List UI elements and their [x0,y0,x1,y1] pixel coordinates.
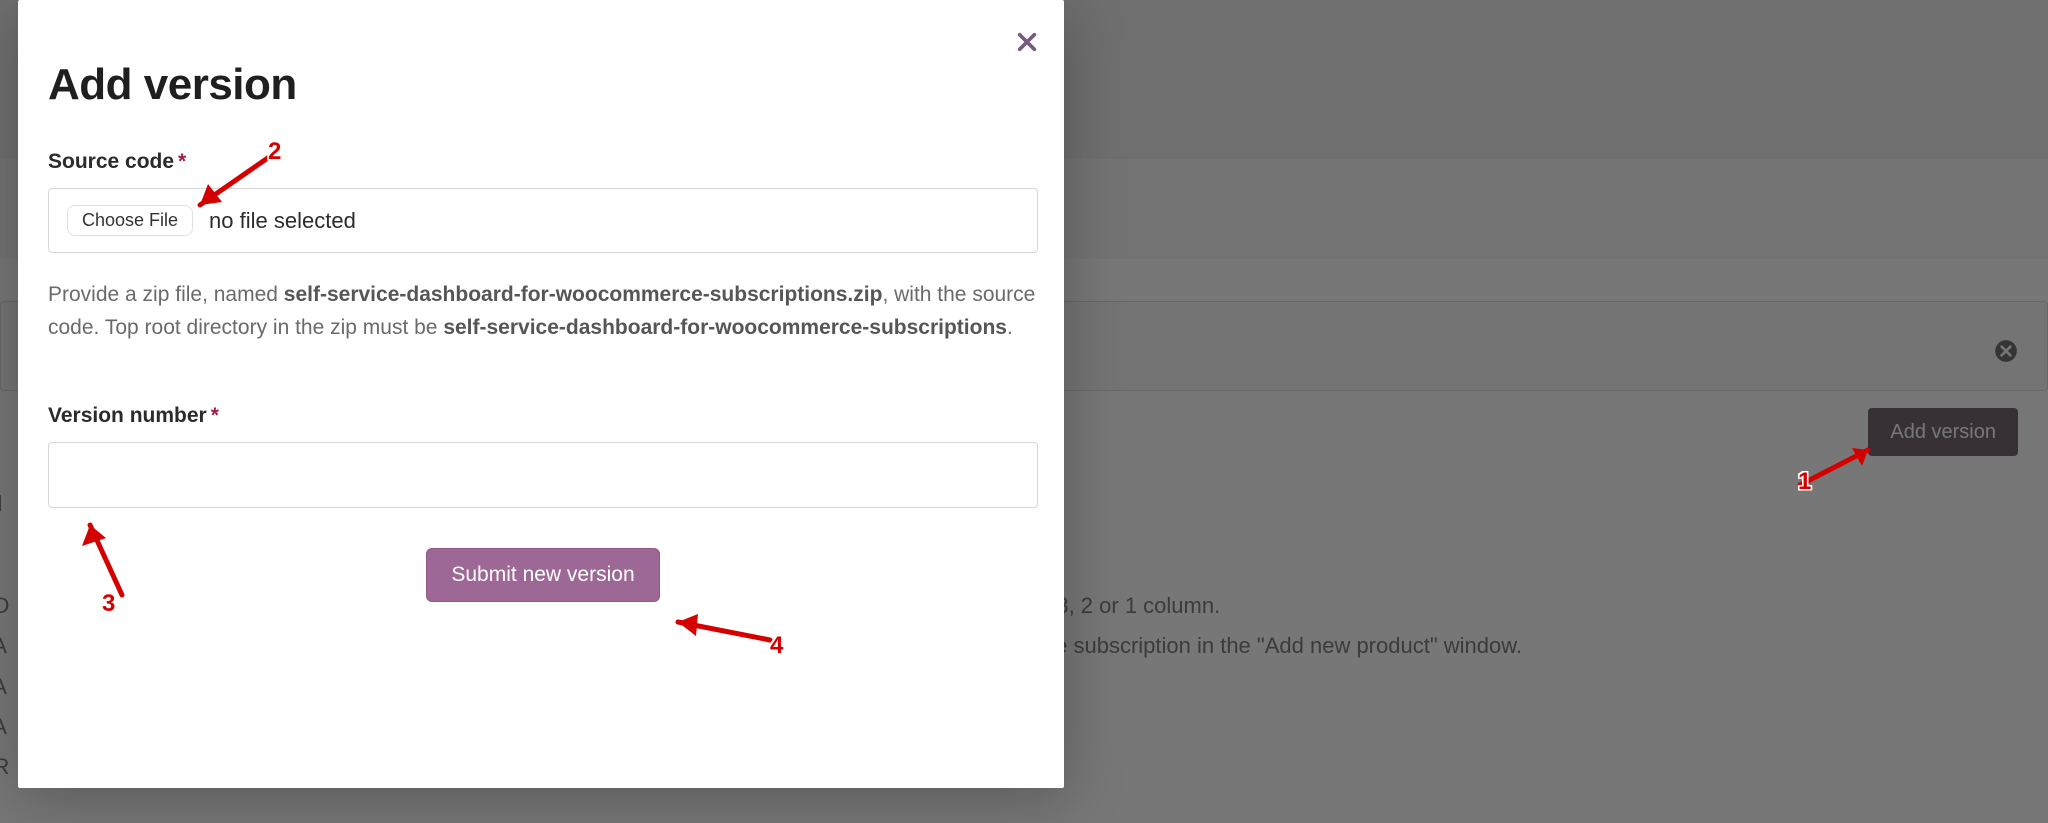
choose-file-label: Choose File [82,210,178,230]
source-code-label: Source code* [48,150,1019,174]
required-mark-2: * [207,404,219,427]
add-version-modal: Add version Source code* Choose File no … [18,0,1064,788]
version-number-input[interactable] [48,442,1038,508]
submit-new-version-button[interactable]: Submit new version [426,548,659,602]
version-number-label: Version number* [48,404,1019,428]
viewport: Add version rel Fi - D n 3, 2 or 1 colum… [0,0,2048,823]
source-code-help-text: Provide a zip file, named self-service-d… [48,279,1038,344]
modal-title: Add version [48,60,1019,110]
close-icon [1016,41,1038,56]
submit-button-label: Submit new version [451,563,634,586]
close-button[interactable] [1012,28,1042,58]
required-mark: * [174,150,186,173]
choose-file-button[interactable]: Choose File [67,205,193,236]
submit-row: Submit new version [48,548,1038,602]
file-input-box[interactable]: Choose File no file selected [48,188,1038,253]
no-file-selected-text: no file selected [209,208,356,234]
